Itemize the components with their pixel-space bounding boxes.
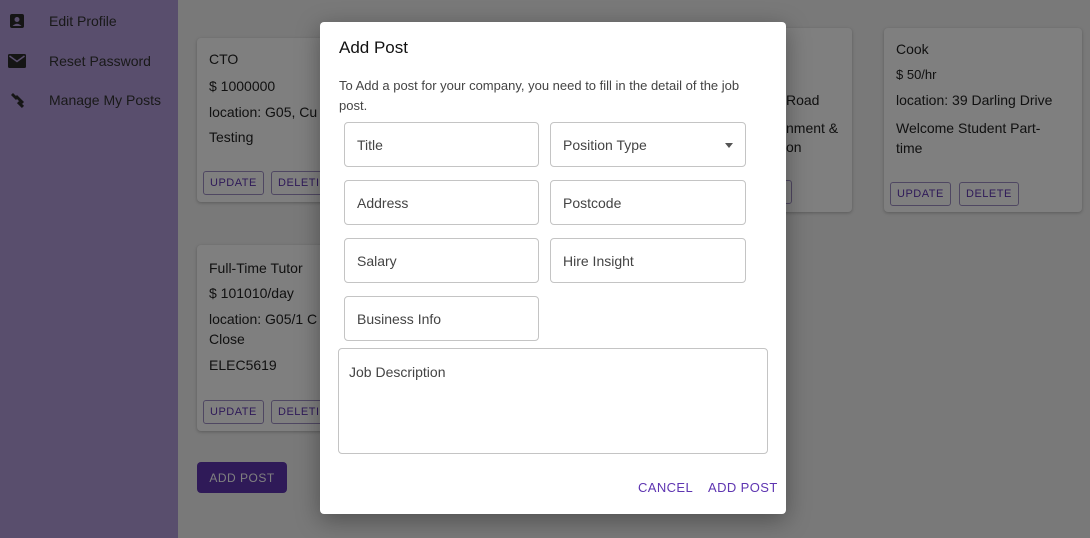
job-description-placeholder: Job Description — [349, 364, 446, 380]
title-field[interactable]: Title — [344, 122, 539, 167]
title-placeholder: Title — [357, 137, 383, 153]
add-post-dialog: Add Post To Add a post for your company,… — [320, 22, 786, 514]
address-field[interactable]: Address — [344, 180, 539, 225]
salary-placeholder: Salary — [357, 253, 397, 269]
hire-insight-placeholder: Hire Insight — [563, 253, 634, 269]
cancel-button[interactable]: CANCEL — [638, 480, 693, 495]
add-post-submit-button[interactable]: ADD POST — [708, 480, 778, 495]
position-type-select[interactable]: Position Type — [550, 122, 746, 167]
business-info-placeholder: Business Info — [357, 311, 442, 327]
business-info-field[interactable]: Business Info — [344, 296, 539, 341]
postcode-field[interactable]: Postcode — [550, 180, 746, 225]
dialog-title: Add Post — [339, 38, 408, 57]
position-type-placeholder: Position Type — [563, 137, 647, 153]
postcode-placeholder: Postcode — [563, 195, 622, 211]
hire-insight-field[interactable]: Hire Insight — [550, 238, 746, 283]
chevron-down-icon — [725, 143, 733, 148]
dialog-description: To Add a post for your company, you need… — [339, 78, 740, 113]
address-placeholder: Address — [357, 195, 409, 211]
job-description-field[interactable]: Job Description — [338, 348, 768, 454]
salary-field[interactable]: Salary — [344, 238, 539, 283]
